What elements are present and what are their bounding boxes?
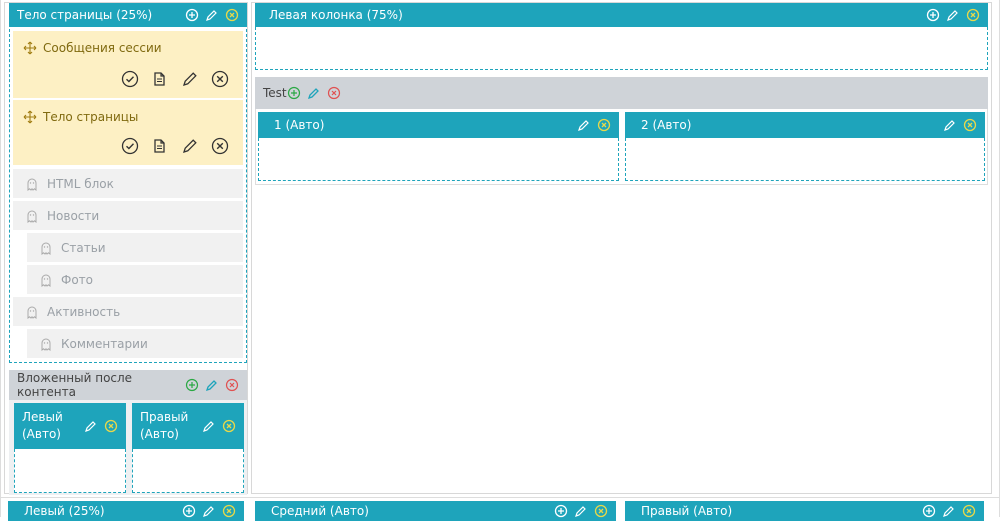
nested-col-title: Левый (Авто) [22,410,63,441]
edit-icon[interactable] [181,70,199,88]
module-label: Сообщения сессии [43,41,162,55]
bottom-col-middle-header: Средний (Авто) [255,501,616,521]
bottom-col-title: Левый (25%) [24,504,105,518]
remove-icon[interactable] [222,419,236,433]
edit-icon[interactable] [202,419,216,433]
test-col-title: 2 (Авто) [641,118,692,132]
nested-col-right-header: Правый (Авто) [132,403,244,449]
left-panel-title: Тело страницы (25%) [17,8,153,22]
ghost-icon [25,177,39,191]
nested-col-title: Правый (Авто) [140,410,189,441]
move-icon[interactable] [23,110,37,124]
ghost-icon [39,241,53,255]
edit-icon[interactable] [574,504,588,518]
remove-icon[interactable] [225,378,239,392]
ghost-item-articles[interactable]: Статьи [27,233,243,262]
ghost-icon [25,209,39,223]
ghost-item-comments[interactable]: Комментарии [27,329,243,358]
add-icon[interactable] [287,86,301,100]
ghost-icon [39,337,53,351]
remove-icon[interactable] [962,504,976,518]
right-panel: Левая колонка (75%) Test 1 (Авто) 2 (Авт… [251,2,992,494]
ghost-icon [39,273,53,287]
edit-icon[interactable] [577,118,591,132]
test-col-1-dropzone[interactable] [258,138,619,181]
edit-icon[interactable] [84,419,98,433]
test-block-header: Test [255,77,988,109]
edit-icon[interactable] [181,137,199,155]
test-col-title: 1 (Авто) [274,118,325,132]
remove-icon[interactable] [211,137,229,155]
edit-icon[interactable] [205,8,219,22]
bottom-col-left-header: Левый (25%) [8,501,244,521]
remove-icon[interactable] [104,419,118,433]
edit-icon[interactable] [307,86,321,100]
ghost-item-label: Фото [61,272,94,287]
add-icon[interactable] [185,8,199,22]
add-icon[interactable] [922,504,936,518]
check-icon[interactable] [121,137,139,155]
ghost-icon [25,305,39,319]
add-icon[interactable] [182,504,196,518]
move-icon[interactable] [23,41,37,55]
copy-icon[interactable] [151,70,169,88]
remove-icon[interactable] [594,504,608,518]
ghost-item-photo[interactable]: Фото [27,265,243,294]
left-panel-header: Тело страницы (25%) [9,3,247,27]
right-panel-header: Левая колонка (75%) [255,3,988,27]
ghost-item-label: Статьи [61,240,106,255]
test-col-2-header: 2 (Авто) [625,112,985,138]
module-session-messages[interactable]: Сообщения сессии [13,31,243,99]
add-icon[interactable] [926,8,940,22]
bottom-col-title: Правый (Авто) [641,504,733,518]
ghost-item-label: Комментарии [61,336,148,351]
test-col-2-dropzone[interactable] [625,138,985,181]
nested-col-right-dropzone[interactable] [132,449,244,493]
edit-icon[interactable] [202,504,216,518]
ghost-item-label: Активность [47,304,121,319]
edit-icon[interactable] [205,378,219,392]
module-label: Тело страницы [43,110,139,124]
test-block-title: Test [263,86,287,100]
ghost-item-label: Новости [47,208,100,223]
remove-icon[interactable] [963,118,977,132]
edit-icon[interactable] [943,118,957,132]
left-panel: Тело страницы (25%) Сообщения сессии Тел… [4,2,248,495]
bottom-col-right-header: Правый (Авто) [625,501,984,521]
remove-icon[interactable] [597,118,611,132]
nested-block-header: Вложенный после контента [9,370,247,400]
remove-icon[interactable] [211,70,229,88]
edit-icon[interactable] [946,8,960,22]
edit-icon[interactable] [942,504,956,518]
test-col-1-header: 1 (Авто) [258,112,619,138]
check-icon[interactable] [121,70,139,88]
remove-icon[interactable] [225,8,239,22]
add-icon[interactable] [185,378,199,392]
remove-icon[interactable] [222,504,236,518]
right-panel-dropzone[interactable] [255,27,988,70]
ghost-item-label: HTML блок [47,176,114,191]
ghost-item-activity[interactable]: Активность [13,297,243,326]
nested-col-left-header: Левый (Авто) [14,403,126,449]
nested-block-title: Вложенный после контента [17,371,133,399]
nested-col-left-dropzone[interactable] [14,449,126,493]
copy-icon[interactable] [151,137,169,155]
module-page-body[interactable]: Тело страницы [13,100,243,166]
remove-icon[interactable] [966,8,980,22]
add-icon[interactable] [554,504,568,518]
right-panel-title: Левая колонка (75%) [269,8,403,22]
bottom-col-title: Средний (Авто) [271,504,369,518]
ghost-item-html-block[interactable]: HTML блок [13,169,243,198]
ghost-item-news[interactable]: Новости [13,201,243,230]
remove-icon[interactable] [327,86,341,100]
